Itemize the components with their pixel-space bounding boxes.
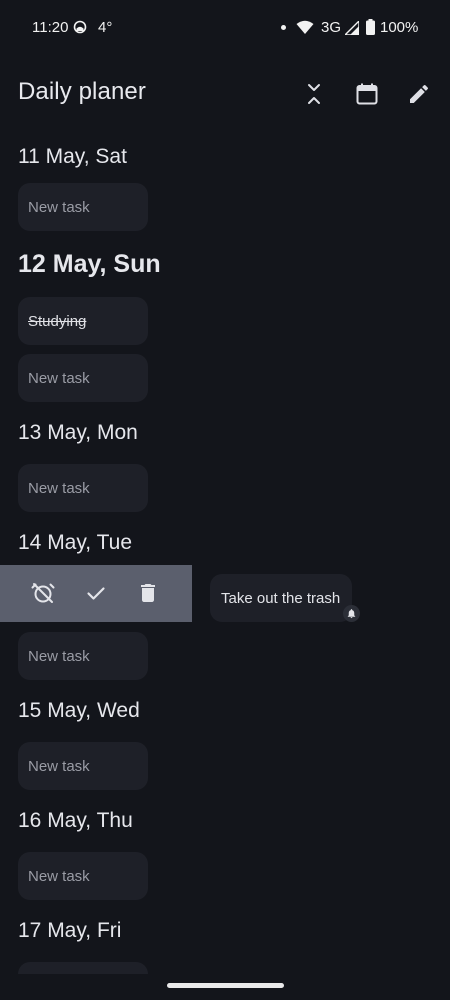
- new-task-input[interactable]: [18, 962, 148, 974]
- new-task-input[interactable]: New task: [18, 183, 148, 231]
- calendar-icon: [356, 83, 378, 105]
- notification-dot-icon: [281, 25, 286, 30]
- day-header: 15 May, Wed: [18, 699, 140, 722]
- status-bar: 11:20 4° 3G 100%: [0, 0, 450, 56]
- page-title: Daily planer: [18, 78, 146, 105]
- swipe-action-bar: [0, 565, 192, 622]
- edit-icon: [410, 84, 429, 103]
- delete-task-button[interactable]: [132, 577, 164, 609]
- reminder-badge: [343, 605, 360, 622]
- day-header: 16 May, Thu: [18, 809, 133, 832]
- remove-reminder-button[interactable]: [27, 577, 59, 609]
- calendar-button[interactable]: [347, 74, 387, 114]
- new-task-input[interactable]: New task: [18, 632, 148, 680]
- status-network: 3G: [321, 19, 342, 36]
- status-time: 11:20: [32, 19, 69, 36]
- battery-icon: [366, 19, 375, 35]
- collapse-icon: [308, 84, 320, 104]
- task-item[interactable]: Take out the trash: [210, 574, 352, 622]
- wifi-icon: [296, 20, 314, 34]
- day-header: 14 May, Tue: [18, 531, 133, 554]
- bell-icon: [347, 609, 356, 619]
- weather-icon: [73, 20, 87, 34]
- new-task-input[interactable]: New task: [18, 354, 148, 402]
- alarm-off-icon: [31, 583, 55, 603]
- gesture-nav-handle[interactable]: [167, 983, 284, 988]
- status-temperature: 4°: [98, 19, 113, 36]
- day-header-today: 12 May, Sun: [18, 250, 161, 278]
- day-header: 17 May, Fri: [18, 919, 122, 942]
- status-battery: 100%: [380, 19, 419, 36]
- screen: 11:20 4° 3G 100% Daily planer 11 May, Sa…: [0, 0, 450, 1000]
- new-task-input[interactable]: New task: [18, 464, 148, 512]
- new-task-input[interactable]: New task: [18, 742, 148, 790]
- day-header: 11 May, Sat: [18, 145, 127, 168]
- task-item-completed[interactable]: Studying: [18, 297, 148, 345]
- signal-icon: [345, 21, 359, 35]
- edit-button[interactable]: [399, 74, 439, 114]
- complete-task-button[interactable]: [80, 577, 112, 609]
- new-task-input[interactable]: New task: [18, 852, 148, 900]
- delete-icon: [141, 584, 155, 602]
- day-header: 13 May, Mon: [18, 421, 138, 444]
- check-icon: [87, 587, 105, 600]
- collapse-button[interactable]: [294, 74, 334, 114]
